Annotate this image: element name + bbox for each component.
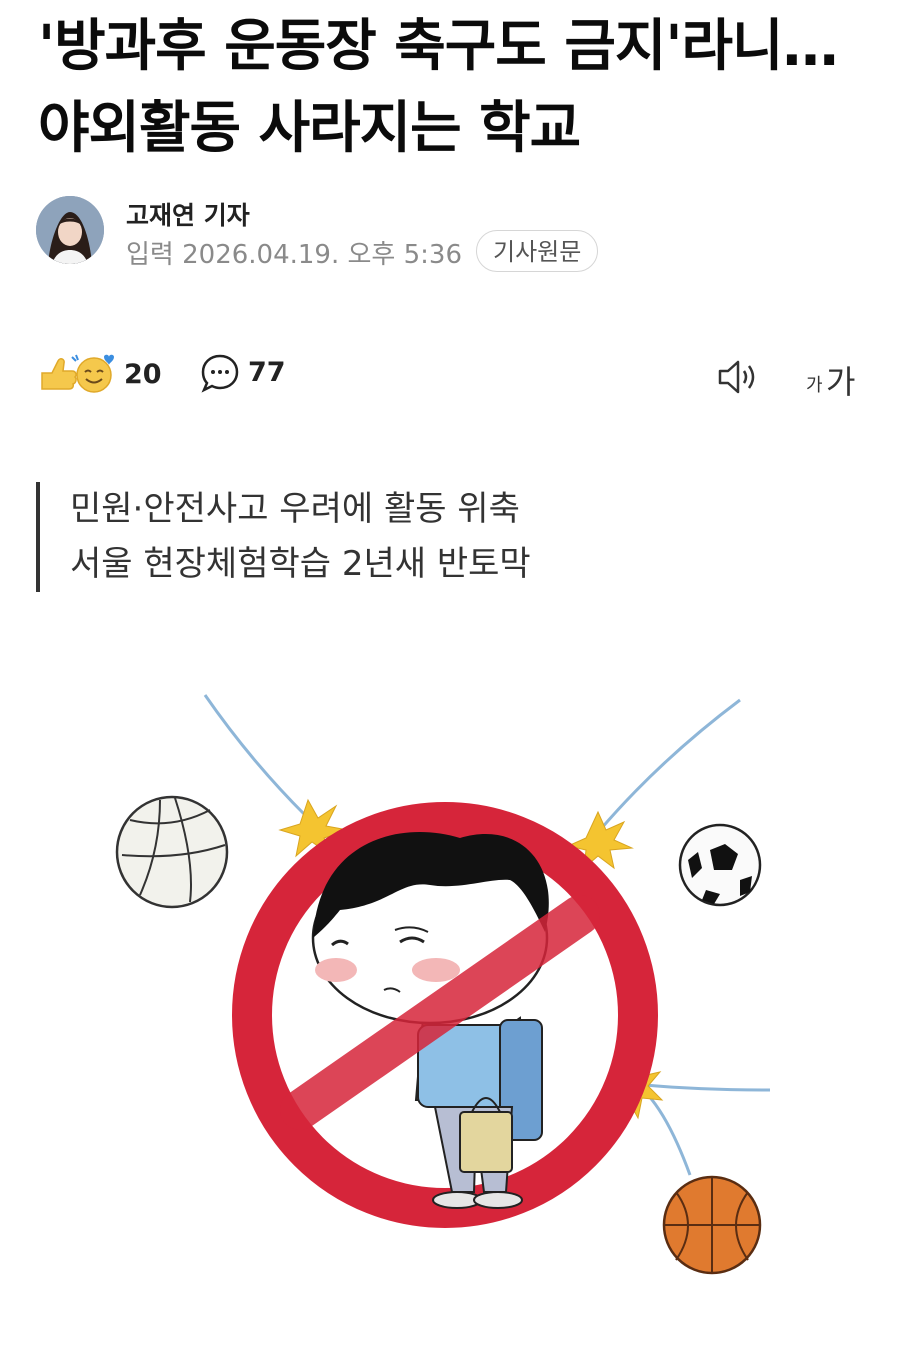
author-name[interactable]: 고재연 기자	[126, 196, 250, 232]
font-size-large-glyph: 가	[826, 363, 856, 401]
publish-date: 입력 2026.04.19. 오후 5:36	[126, 240, 462, 270]
reaction-count: 20	[124, 359, 162, 390]
like-emoji-icon	[41, 354, 114, 393]
reaction-button[interactable]	[36, 351, 120, 397]
subtitle-line: 민원·안전사고 우려에 활동 위축	[70, 489, 520, 529]
article-actions: 20 77 가 가	[36, 345, 866, 405]
comment-count: 77	[248, 357, 286, 388]
byline: 고재연 기자 입력 2026.04.19. 오후 5:36 기사원문	[36, 196, 856, 272]
article-illustration	[100, 680, 800, 1320]
article-title: '방과후 운동장 축구도 금지'라니…야외활동 사라지는 학교	[38, 14, 839, 161]
soccer-ball-icon	[678, 823, 762, 907]
author-avatar[interactable]	[36, 196, 104, 264]
volleyball-icon	[115, 795, 229, 909]
font-size-button[interactable]: 가 가	[806, 355, 866, 401]
article-subtitle: 민원·안전사고 우려에 활동 위축 서울 현장체험학습 2년새 반토막	[36, 482, 736, 592]
basketball-icon	[662, 1175, 762, 1275]
original-article-button[interactable]: 기사원문	[476, 230, 599, 272]
speaker-icon[interactable]	[716, 357, 764, 397]
subtitle-line: 서울 현장체험학습 2년새 반토막	[70, 544, 531, 584]
comment-icon[interactable]	[200, 353, 240, 393]
font-size-small-glyph: 가	[806, 375, 823, 396]
